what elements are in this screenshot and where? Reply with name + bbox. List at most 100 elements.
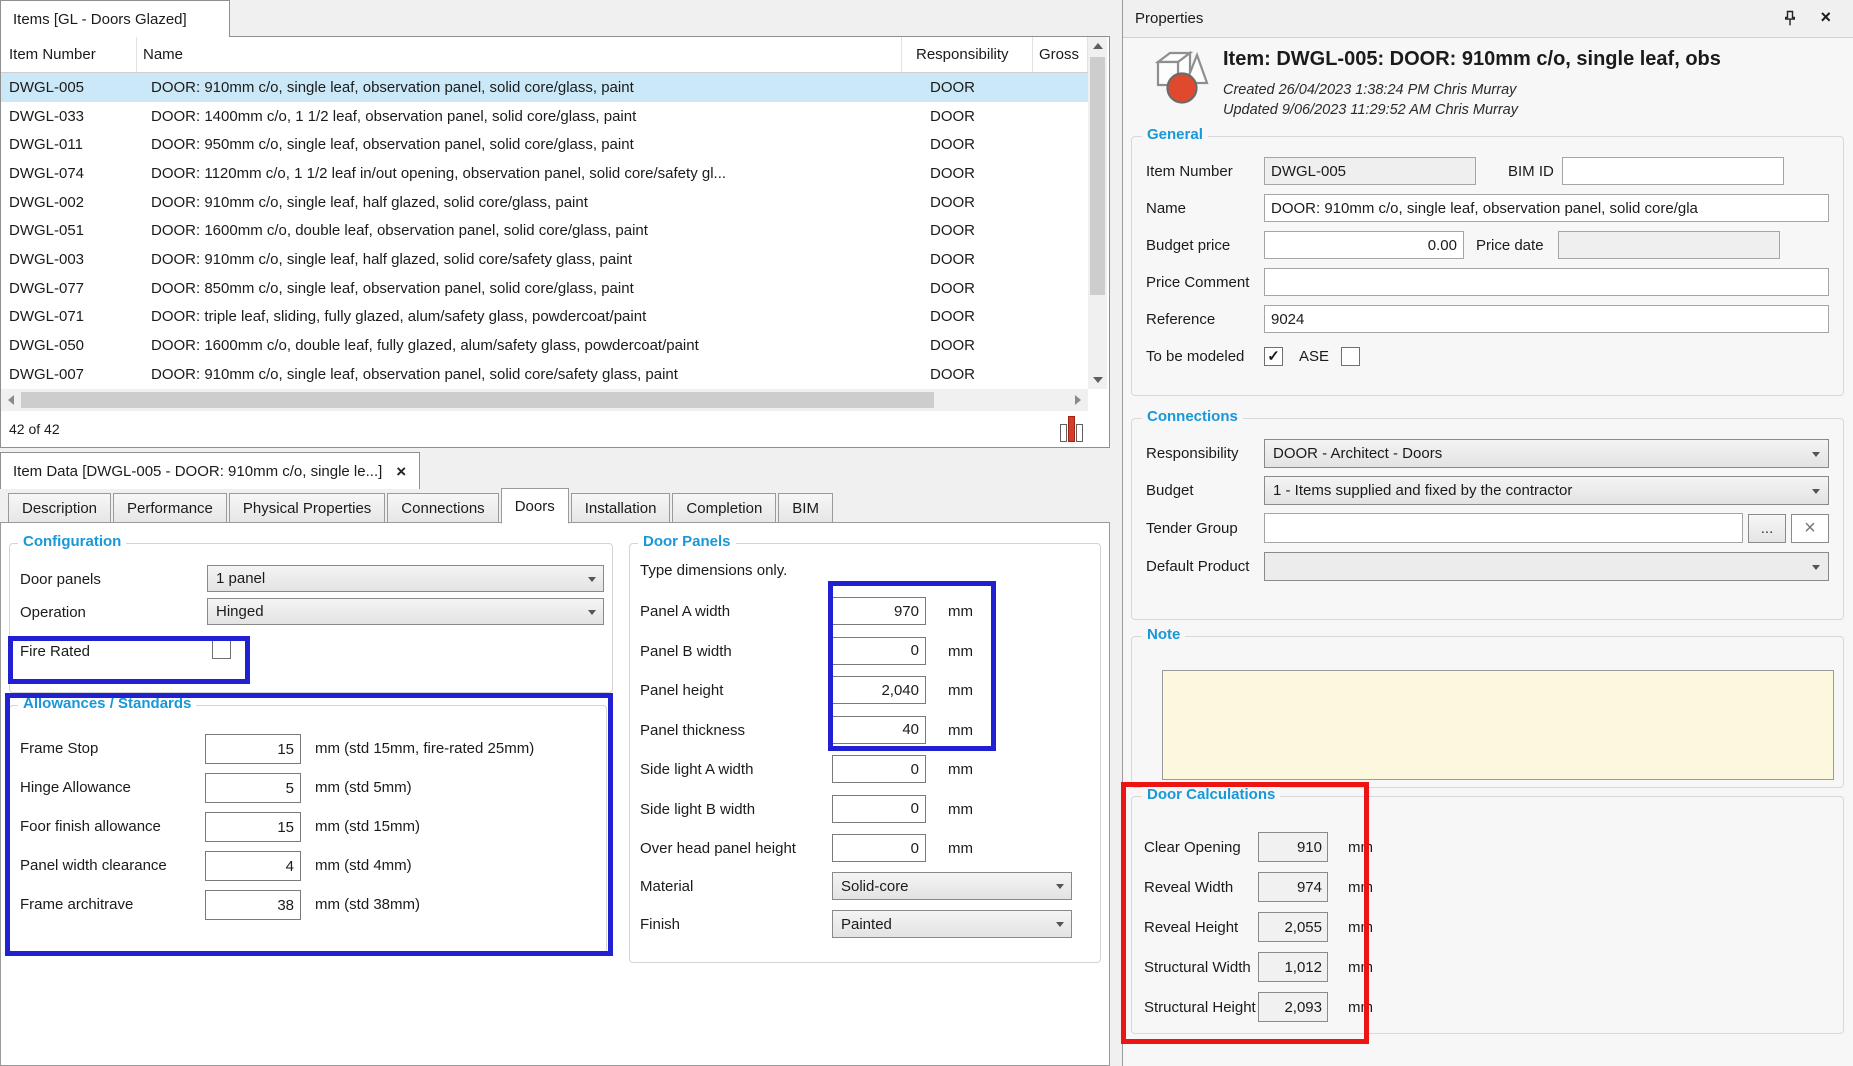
column-header-name[interactable]: Name <box>137 37 902 72</box>
column-header-gross[interactable]: Gross <box>1033 37 1088 72</box>
table-row[interactable]: DWGL-050 DOOR: 1600mm c/o, double leaf, … <box>1 331 1088 360</box>
table-row[interactable]: DWGL-033 DOOR: 1400mm c/o, 1 1/2 leaf, o… <box>1 102 1088 131</box>
default-product-select[interactable] <box>1264 552 1829 581</box>
cell-item-number: DWGL-074 <box>1 159 145 188</box>
items-tab-label: Items [GL - Doors Glazed] <box>13 11 187 28</box>
cell-name: DOOR: 910mm c/o, single leaf, half glaze… <box>145 245 916 274</box>
ase-checkbox[interactable] <box>1341 347 1360 366</box>
dimension-label: Over head panel height <box>640 840 796 857</box>
item-data-subtab[interactable]: Description <box>8 493 111 523</box>
dimension-row: Side light A width 0 mm <box>630 750 1100 790</box>
item-data-subtab[interactable]: Physical Properties <box>229 493 385 523</box>
dimension-input[interactable]: 0 <box>832 795 926 823</box>
item-data-subtab[interactable]: Installation <box>571 493 671 523</box>
table-row[interactable]: DWGL-071 DOOR: triple leaf, sliding, ful… <box>1 303 1088 332</box>
item-data-subtab[interactable]: Performance <box>113 493 227 523</box>
dimension-unit: mm <box>948 682 973 699</box>
allowance-input[interactable]: 15 <box>205 812 301 842</box>
subtab-label: Installation <box>585 500 657 517</box>
close-icon[interactable]: × <box>1820 7 1831 28</box>
ellipsis-button[interactable]: ... <box>1748 514 1786 543</box>
price-date-field[interactable] <box>1558 231 1780 259</box>
scroll-left-icon[interactable] <box>1 389 21 411</box>
allowance-label: Panel width clearance <box>20 857 167 874</box>
responsibility-label: Responsibility <box>1146 445 1264 462</box>
name-field[interactable]: DOOR: 910mm c/o, single leaf, observatio… <box>1264 194 1829 222</box>
allowance-standard-text: mm (std 15mm) <box>315 818 420 835</box>
cell-name: DOOR: triple leaf, sliding, fully glazed… <box>145 303 916 332</box>
door-calculations-group-title: Door Calculations <box>1142 786 1280 803</box>
table-row[interactable]: DWGL-074 DOOR: 1120mm c/o, 1 1/2 leaf in… <box>1 159 1088 188</box>
table-row[interactable]: DWGL-051 DOOR: 1600mm c/o, double leaf, … <box>1 216 1088 245</box>
dimension-input[interactable]: 0 <box>832 834 926 862</box>
chevron-down-icon <box>1812 489 1820 494</box>
table-row[interactable]: DWGL-005 DOOR: 910mm c/o, single leaf, o… <box>1 73 1088 102</box>
operation-select[interactable]: Hinged <box>207 598 604 625</box>
door-panels-select[interactable]: 1 panel <box>207 565 604 592</box>
scroll-down-icon[interactable] <box>1088 371 1107 389</box>
dimension-label: Side light B width <box>640 801 755 818</box>
allowance-input[interactable]: 4 <box>205 851 301 881</box>
scroll-right-icon[interactable] <box>1068 389 1088 411</box>
fire-rated-checkbox[interactable] <box>212 640 231 659</box>
material-label: Material <box>640 878 693 895</box>
budget-price-field[interactable]: 0.00 <box>1264 231 1464 259</box>
items-table-header: Item Number Name Responsibility Gross <box>1 37 1088 73</box>
dimension-row: Side light B width 0 mm <box>630 790 1100 830</box>
responsibility-select[interactable]: DOOR - Architect - Doors <box>1264 439 1829 468</box>
dimension-input[interactable]: 2,040 <box>832 676 926 704</box>
dimension-label: Panel A width <box>640 603 730 620</box>
budget-price-label: Budget price <box>1146 237 1264 254</box>
close-icon[interactable]: × <box>396 463 406 480</box>
table-row[interactable]: DWGL-003 DOOR: 910mm c/o, single leaf, h… <box>1 245 1088 274</box>
bim-id-field[interactable] <box>1562 157 1784 185</box>
reference-field[interactable]: 9024 <box>1264 305 1829 333</box>
table-row[interactable]: DWGL-002 DOOR: 910mm c/o, single leaf, h… <box>1 188 1088 217</box>
budget-select[interactable]: 1 - Items supplied and fixed by the cont… <box>1264 476 1829 505</box>
allowances-group-title: Allowances / Standards <box>18 695 196 712</box>
field-chooser-icon[interactable] <box>1060 416 1083 442</box>
item-data-subtab[interactable]: Completion <box>672 493 776 523</box>
cell-name: DOOR: 910mm c/o, single leaf, observatio… <box>145 73 916 102</box>
note-textarea[interactable] <box>1162 670 1834 780</box>
tender-group-field[interactable] <box>1264 513 1743 543</box>
horizontal-scroll-thumb[interactable] <box>21 392 934 408</box>
scroll-up-icon[interactable] <box>1088 37 1107 55</box>
item-number-field[interactable]: DWGL-005 <box>1264 157 1476 185</box>
cell-item-number: DWGL-002 <box>1 188 145 217</box>
vertical-scroll-thumb[interactable] <box>1090 57 1105 295</box>
items-table-body: DWGL-005 DOOR: 910mm c/o, single leaf, o… <box>1 73 1088 389</box>
item-data-subtab[interactable]: Doors <box>501 488 569 524</box>
cell-name: DOOR: 1600mm c/o, double leaf, observati… <box>145 216 916 245</box>
allowance-input[interactable]: 5 <box>205 773 301 803</box>
allowance-input[interactable]: 15 <box>205 734 301 764</box>
allowance-input[interactable]: 38 <box>205 890 301 920</box>
table-row[interactable]: DWGL-011 DOOR: 950mm c/o, single leaf, o… <box>1 130 1088 159</box>
finish-select[interactable]: Painted <box>832 910 1072 938</box>
price-comment-field[interactable] <box>1264 268 1829 296</box>
item-data-subtab[interactable]: Connections <box>387 493 498 523</box>
to-be-modeled-checkbox[interactable]: ✓ <box>1264 347 1283 366</box>
subtab-label: BIM <box>792 500 819 517</box>
item-data-tab[interactable]: Item Data [DWGL-005 - DOOR: 910mm c/o, s… <box>0 452 420 489</box>
properties-body: Item: DWGL-005: DOOR: 910mm c/o, single … <box>1123 38 1853 1066</box>
table-row[interactable]: DWGL-007 DOOR: 910mm c/o, single leaf, o… <box>1 360 1088 389</box>
item-data-subtab[interactable]: BIM <box>778 493 833 523</box>
dimension-input[interactable]: 970 <box>832 597 926 625</box>
table-row[interactable]: DWGL-077 DOOR: 850mm c/o, single leaf, o… <box>1 274 1088 303</box>
column-header-item-number[interactable]: Item Number <box>1 37 137 72</box>
items-tab[interactable]: Items [GL - Doors Glazed] <box>0 0 230 37</box>
items-vertical-scrollbar[interactable] <box>1088 37 1107 389</box>
clear-icon[interactable]: × <box>1791 514 1829 543</box>
column-header-responsibility[interactable]: Responsibility <box>902 37 1033 72</box>
pin-icon[interactable] <box>1783 10 1797 31</box>
dimension-row: Panel thickness 40 mm <box>630 711 1100 751</box>
items-horizontal-scrollbar[interactable] <box>1 389 1088 411</box>
responsibility-value: DOOR - Architect - Doors <box>1273 445 1442 462</box>
dimension-unit: mm <box>948 801 973 818</box>
dimension-input[interactable]: 0 <box>832 637 926 665</box>
allowance-row: Foor finish allowance 15 mm (std 15mm) <box>10 808 606 847</box>
dimension-input[interactable]: 0 <box>832 755 926 783</box>
material-select[interactable]: Solid-core <box>832 872 1072 900</box>
dimension-input[interactable]: 40 <box>832 716 926 744</box>
